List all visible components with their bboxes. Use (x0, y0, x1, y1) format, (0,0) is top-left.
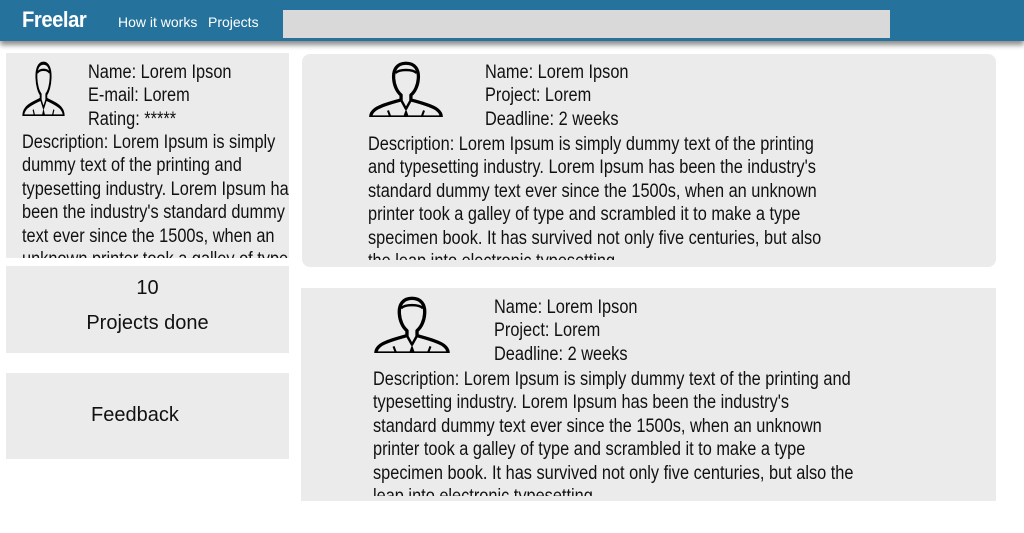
project-description: Description: Lorem Ipsum is simply dummy… (373, 369, 854, 496)
nav-link-projects[interactable]: Projects (208, 14, 259, 30)
projects-done-card: 10 Projects done (6, 266, 289, 353)
nav-link-how-it-works[interactable]: How it works (118, 14, 197, 30)
profile-card: Name: Lorem Ipson E-mail: Lorem Rating: … (6, 53, 289, 258)
brand-logo[interactable]: Freelar (22, 7, 87, 33)
project-owner-name: Name: Lorem Ipson (494, 297, 638, 318)
feedback-button[interactable]: Feedback (6, 373, 289, 459)
profile-email: E-mail: Lorem (88, 85, 190, 107)
feedback-label: Feedback (91, 404, 179, 426)
project-owner-name: Name: Lorem Ipson (485, 62, 629, 83)
profile-description: Description: Lorem Ipsum is simply dummy… (22, 132, 289, 258)
profile-info: Name: Lorem Ipson E-mail: Lorem Rating: … (88, 61, 231, 131)
top-navbar: Freelar How it works Projects (0, 0, 1024, 41)
project-deadline: Deadline: 2 weeks (494, 343, 628, 365)
projects-done-label: Projects done (86, 312, 209, 334)
user-avatar-icon (370, 295, 454, 353)
user-avatar-icon (365, 60, 447, 117)
project-deadline: Deadline: 2 weeks (485, 108, 619, 130)
search-input[interactable] (283, 10, 890, 38)
project-card[interactable]: Name: Lorem Ipson Project: Lorem Deadlin… (302, 54, 996, 267)
projects-done-count: 10 (136, 277, 159, 299)
project-description: Description: Lorem Ipsum is simply dummy… (368, 134, 822, 260)
profile-name: Name: Lorem Ipson (88, 62, 232, 83)
project-title: Project: Lorem (494, 320, 601, 342)
profile-rating: Rating: ***** (88, 108, 177, 130)
project-info: Name: Lorem Ipson Project: Lorem Deadlin… (485, 61, 628, 131)
project-card[interactable]: Name: Lorem Ipson Project: Lorem Deadlin… (301, 288, 996, 501)
project-title: Project: Lorem (485, 85, 592, 107)
user-avatar-icon (20, 60, 67, 116)
project-info: Name: Lorem Ipson Project: Lorem Deadlin… (494, 296, 637, 366)
